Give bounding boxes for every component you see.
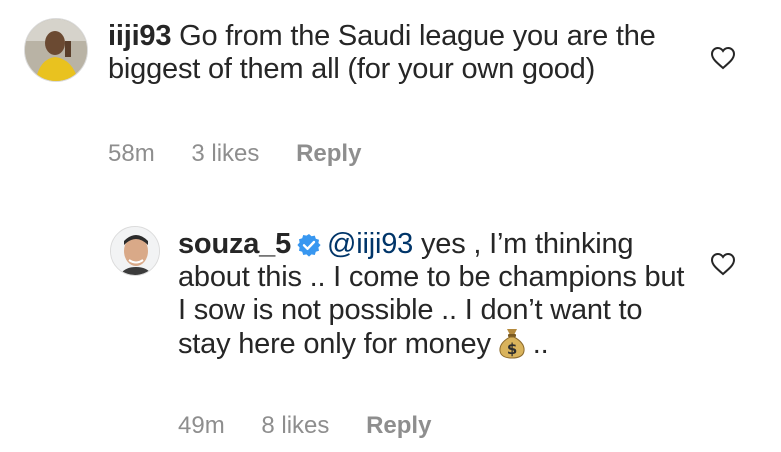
comment-text-block: iiji93 Go from the Saudi league you are … bbox=[108, 20, 668, 86]
comment-meta: 58m 3 likes Reply bbox=[108, 140, 391, 168]
like-heart-icon[interactable] bbox=[710, 252, 736, 276]
comment-time[interactable]: 58m bbox=[108, 140, 155, 167]
money-bag-icon: $ bbox=[499, 329, 525, 359]
comment-time[interactable]: 49m bbox=[178, 412, 225, 439]
verified-badge-icon bbox=[297, 234, 321, 257]
comment-body-tail: .. bbox=[532, 328, 549, 360]
like-heart-icon[interactable] bbox=[710, 46, 736, 70]
avatar[interactable] bbox=[110, 226, 160, 276]
mention-link[interactable]: @iiji93 bbox=[327, 228, 413, 260]
comment-meta: 49m 8 likes Reply bbox=[178, 412, 461, 440]
comment-likes[interactable]: 8 likes bbox=[261, 412, 329, 439]
reply-button[interactable]: Reply bbox=[366, 412, 431, 439]
comment-text-block: souza_5 @iiji93 yes , I’m thinking about… bbox=[178, 228, 698, 361]
avatar-image bbox=[111, 227, 159, 275]
comment-username[interactable]: souza_5 bbox=[178, 228, 291, 260]
avatar[interactable] bbox=[24, 18, 88, 82]
svg-text:$: $ bbox=[507, 340, 517, 358]
comment-body: Go from the Saudi league you are the big… bbox=[108, 20, 656, 85]
reply-button[interactable]: Reply bbox=[296, 140, 361, 167]
comment-username[interactable]: iiji93 bbox=[108, 20, 171, 52]
comment-likes[interactable]: 3 likes bbox=[191, 140, 259, 167]
avatar-image bbox=[25, 19, 87, 81]
